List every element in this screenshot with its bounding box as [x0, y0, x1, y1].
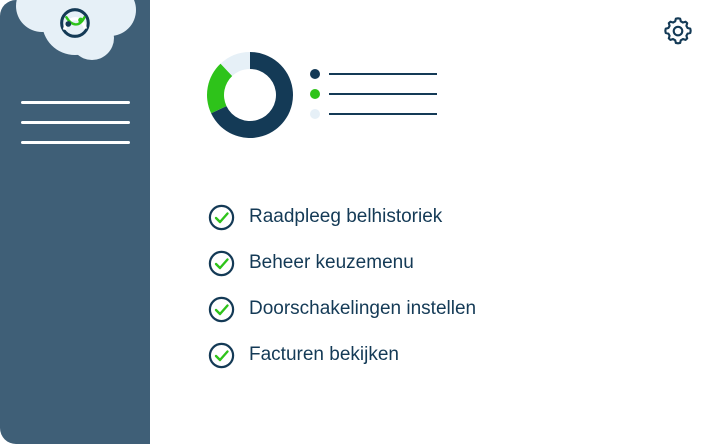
feature-label: Raadpleeg belhistoriek: [249, 206, 443, 227]
legend-line: [329, 93, 437, 95]
check-circle-icon: [208, 342, 235, 368]
app-card: Raadpleeg belhistoriek Beheer keuzemenu …: [0, 0, 710, 444]
feature-item: Doorschakelingen instellen: [208, 295, 476, 323]
menu-line: [21, 101, 130, 104]
sidebar: [0, 0, 150, 444]
menu-line: [21, 141, 130, 144]
check-circle-icon: [208, 250, 235, 276]
legend-item: [308, 108, 440, 120]
legend-line: [329, 113, 437, 115]
check-circle-icon: [208, 204, 235, 230]
donut-chart: [207, 52, 293, 138]
feature-label: Facturen bekijken: [249, 344, 399, 365]
legend-dot: [310, 69, 320, 79]
feature-item: Raadpleeg belhistoriek: [208, 203, 442, 231]
logo-icon[interactable]: [53, 4, 95, 42]
feature-label: Beheer keuzemenu: [249, 252, 414, 273]
menu-line: [21, 121, 130, 124]
legend-dot: [310, 89, 320, 99]
gear-icon[interactable]: [662, 14, 694, 46]
feature-label: Doorschakelingen instellen: [249, 298, 477, 319]
feature-item: Facturen bekijken: [208, 341, 399, 369]
legend-line: [329, 73, 437, 75]
feature-item: Beheer keuzemenu: [208, 249, 414, 277]
legend-dot: [310, 109, 320, 119]
legend-item: [308, 68, 440, 80]
check-circle-icon: [208, 296, 235, 322]
legend-item: [308, 88, 440, 100]
